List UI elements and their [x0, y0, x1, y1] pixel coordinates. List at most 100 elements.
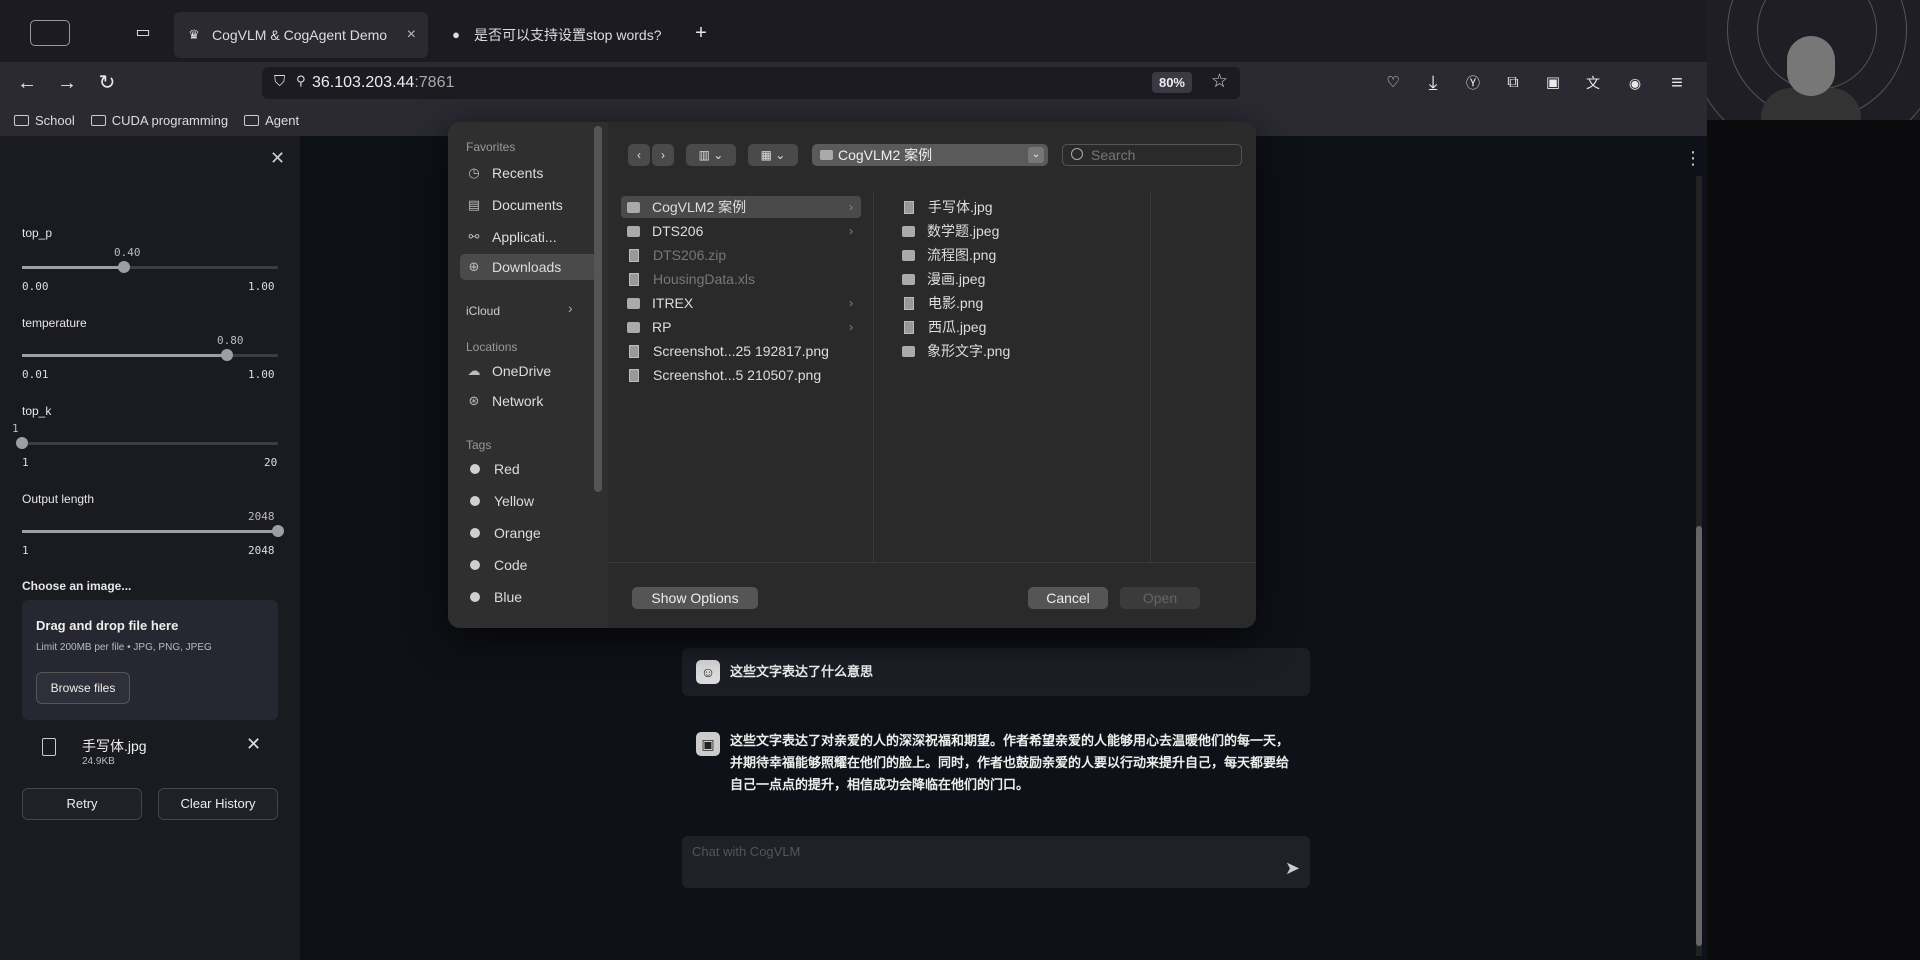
list-item[interactable]: DTS206 › — [621, 220, 861, 242]
bookmark-cuda[interactable]: CUDA programming — [90, 113, 228, 128]
show-options-button[interactable]: Show Options — [632, 587, 758, 609]
list-item[interactable]: 流程图.png — [896, 244, 1136, 266]
slider-thumb[interactable] — [118, 261, 130, 273]
lock-icon[interactable]: ⚲ — [296, 73, 306, 89]
star-icon[interactable]: ☆ — [1211, 70, 1228, 93]
tag-blue[interactable]: Blue — [460, 584, 598, 610]
list-item[interactable]: 漫画.jpeg — [896, 268, 1136, 290]
sidebar-scrollbar[interactable] — [594, 126, 602, 492]
bookmark-school[interactable]: School — [14, 113, 75, 128]
extensions-icon[interactable]: ⧉ — [1500, 70, 1526, 96]
sidebar-item-applications[interactable]: ⚯ Applicati... — [460, 224, 598, 250]
column-view-icon[interactable]: ▥ ⌄ — [686, 144, 736, 166]
new-tab-icon[interactable]: + — [688, 20, 714, 46]
slider-min: 1 — [22, 456, 29, 469]
close-sidebar-icon[interactable]: ✕ — [270, 148, 285, 169]
assistant-message-text: 这些文字表达了对亲爱的人的深深祝福和期望。作者希望亲爱的人能够用心去温暖他们的每… — [730, 733, 1290, 792]
folder-icon — [820, 150, 833, 160]
chevron-down-icon: ⌄ — [1028, 147, 1044, 163]
scrollbar-thumb[interactable] — [1696, 526, 1702, 946]
list-item[interactable]: RP › — [621, 316, 861, 338]
sidebar-item-downloads[interactable]: ⊕ Downloads — [460, 254, 598, 280]
slider-min: 0.01 — [22, 368, 49, 381]
item-label: RP — [652, 319, 672, 335]
browse-files-button[interactable]: Browse files — [36, 672, 130, 704]
item-label: 西瓜.jpeg — [928, 319, 987, 335]
shield-icon[interactable]: ⛉ — [274, 73, 285, 90]
list-item[interactable]: 电影.png — [896, 292, 1136, 314]
item-label: DTS206.zip — [653, 247, 727, 263]
column-divider[interactable] — [873, 192, 874, 562]
slider-fill — [22, 266, 124, 269]
tab-overview-icon[interactable]: ▭ — [130, 20, 156, 46]
slider-thumb[interactable] — [272, 525, 284, 537]
reload-icon[interactable]: ↻ — [94, 70, 120, 96]
file-dropzone[interactable]: Drag and drop file here Limit 200MB per … — [22, 600, 278, 720]
list-item[interactable]: CogVLM2 案例 › — [621, 196, 861, 218]
retry-button[interactable]: Retry — [22, 788, 142, 820]
sidebar-item-documents[interactable]: ▤ Documents — [460, 192, 598, 218]
grid-view-icon[interactable]: ▦ ⌄ — [748, 144, 798, 166]
back-icon[interactable]: ‹ — [628, 144, 650, 166]
list-item[interactable]: Screenshot...5 210507.png — [621, 364, 861, 386]
slider-label: temperature — [22, 316, 87, 330]
tag-code[interactable]: Code — [460, 552, 598, 578]
account-icon[interactable]: ◉ — [1622, 70, 1648, 96]
uploaded-file: 手写体.jpg 24.9KB ✕ — [22, 734, 278, 774]
tag-yellow[interactable]: Yellow — [460, 488, 598, 514]
download-icon[interactable]: ⤓ — [1420, 70, 1446, 96]
slider-output-length[interactable] — [22, 525, 284, 537]
bookmark-agent[interactable]: Agent — [244, 113, 299, 128]
tag-red[interactable]: Red — [460, 456, 598, 482]
tag-label: Yellow — [494, 493, 534, 509]
more-options-icon[interactable]: ⋮ — [1684, 148, 1702, 169]
dialog-footer: Show Options Cancel Open — [608, 562, 1256, 628]
icloud-header[interactable]: iCloud — [466, 304, 500, 318]
crown-icon: ♛ — [188, 27, 200, 42]
chevron-right-icon[interactable]: › — [568, 300, 573, 316]
list-item[interactable]: 象形文字.png — [896, 340, 1136, 362]
list-item: DTS206.zip — [621, 244, 861, 266]
zoom-level[interactable]: 80% — [1151, 72, 1192, 93]
sidebar-toggle-icon[interactable] — [30, 20, 70, 46]
search-input[interactable]: Search — [1062, 144, 1242, 166]
slider-top-p[interactable] — [22, 261, 278, 273]
close-tab-icon[interactable]: × — [407, 26, 416, 44]
tag-orange[interactable]: Orange — [460, 520, 598, 546]
tag-label: Red — [494, 461, 520, 477]
tab-cogvlm-demo[interactable]: ♛ CogVLM & CogAgent Demo × — [174, 12, 428, 58]
chat-input-placeholder: Chat with CogVLM — [692, 844, 801, 859]
pocket-icon[interactable]: ♡ — [1380, 70, 1406, 96]
sidebar-item-network[interactable]: ⊛ Network — [460, 388, 598, 414]
tab-github-issue[interactable]: ● 是否可以支持设置stop words? — [436, 12, 686, 58]
dropzone-title: Drag and drop file here — [36, 618, 179, 633]
cancel-button[interactable]: Cancel — [1028, 587, 1108, 609]
path-selector[interactable]: CogVLM2 案例 ⌄ — [812, 144, 1048, 166]
slider-top-k[interactable] — [16, 437, 278, 449]
list-item[interactable]: 手写体.jpg — [896, 196, 1136, 218]
list-item[interactable]: 数学题.jpeg — [896, 220, 1136, 242]
remove-file-icon[interactable]: ✕ — [246, 734, 261, 755]
chat-input[interactable]: Chat with CogVLM ➤ — [682, 836, 1310, 888]
list-item[interactable]: Screenshot...25 192817.png — [621, 340, 861, 362]
column-divider[interactable] — [1150, 192, 1151, 562]
sidebar-item-onedrive[interactable]: ☁ OneDrive — [460, 358, 598, 384]
open-button[interactable]: Open — [1120, 587, 1200, 609]
yandex-icon[interactable]: Ⓨ — [1460, 70, 1486, 96]
send-icon[interactable]: ➤ — [1285, 858, 1300, 879]
screenshot-icon[interactable]: ▣ — [1540, 70, 1566, 96]
list-item[interactable]: 西瓜.jpeg — [896, 316, 1136, 338]
back-icon[interactable]: ← — [14, 70, 40, 96]
slider-thumb[interactable] — [16, 437, 28, 449]
forward-icon[interactable]: › — [652, 144, 674, 166]
sidebar-item-recents[interactable]: ◷ Recents — [460, 160, 598, 186]
forward-icon[interactable]: → — [54, 70, 80, 96]
translate-icon[interactable]: 文 — [1580, 70, 1606, 96]
clear-history-button[interactable]: Clear History — [158, 788, 278, 820]
address-bar[interactable]: ⛉ ⚲ 36.103.203.44:7861 80% ☆ — [262, 67, 1240, 99]
list-item[interactable]: ITREX › — [621, 292, 861, 314]
slider-thumb[interactable] — [221, 349, 233, 361]
menu-icon[interactable]: ≡ — [1664, 70, 1690, 96]
slider-temperature[interactable] — [22, 349, 278, 361]
item-label: 象形文字.png — [927, 343, 1011, 359]
